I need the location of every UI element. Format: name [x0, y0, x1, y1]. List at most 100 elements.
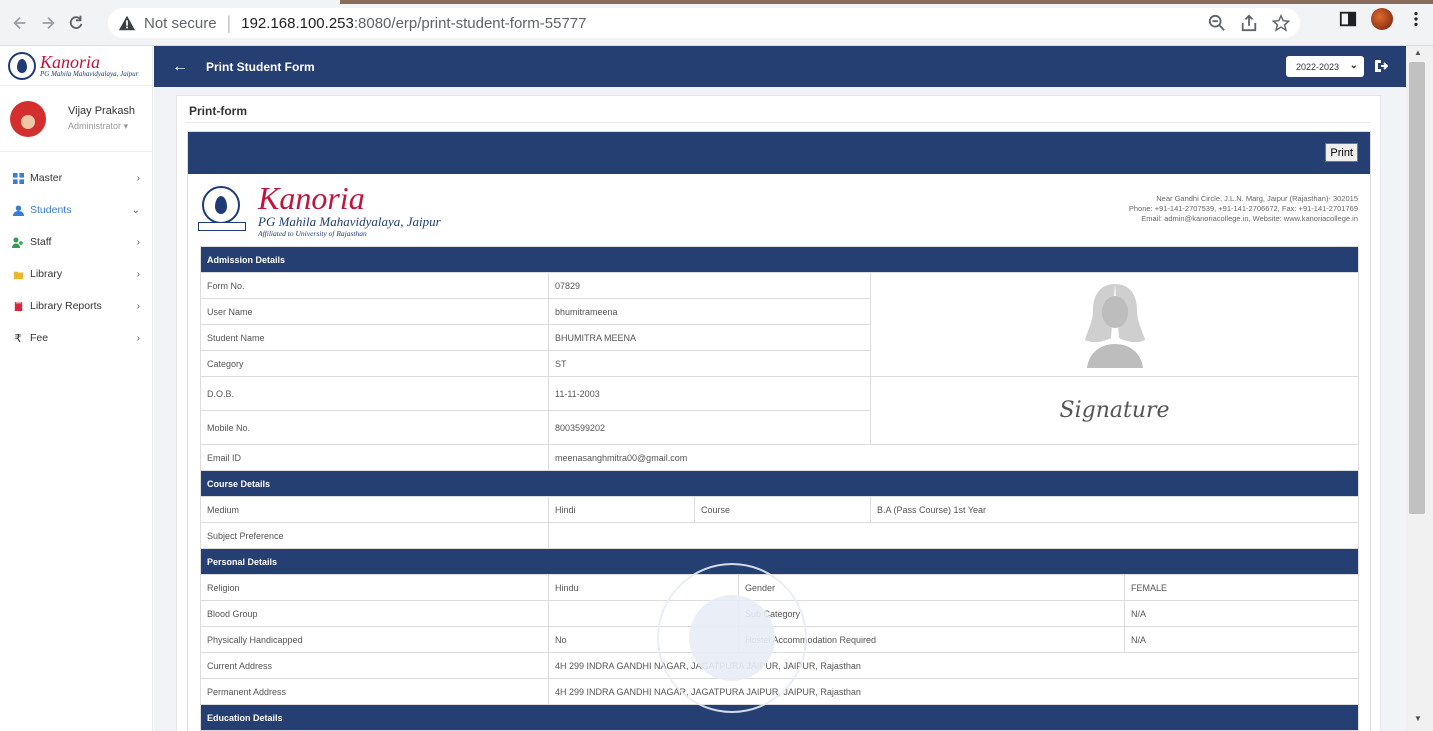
sidebar-item-label: Master [30, 172, 63, 184]
current-address-label: Current Address [200, 652, 549, 679]
dob-value: 11-11-2003 [548, 376, 871, 411]
session-year-select[interactable]: 2022-2023 ⌄ [1286, 56, 1364, 77]
folder-icon [12, 268, 24, 280]
user-name: Vijay Prakash [68, 105, 136, 117]
category-value: ST [548, 350, 871, 377]
page-scrollbar[interactable]: ▲ ▼ [1406, 46, 1433, 731]
grid-icon [12, 172, 24, 184]
back-arrow-icon[interactable] [6, 9, 34, 37]
chevron-right-icon: › [136, 300, 140, 312]
section-admission-details: Admission Details [199, 246, 1360, 273]
address-separator: | [226, 12, 232, 33]
chevron-down-icon: ⌄ [1349, 60, 1358, 71]
form-no-value: 07829 [548, 272, 871, 299]
college-address: Near Gandhi Circle, J.L.N. Marg, Jaipur … [1156, 194, 1358, 203]
sidebar-item-students[interactable]: Students ⌄ [0, 194, 152, 226]
college-seal-icon [202, 186, 240, 224]
hostel-value: N/A [1123, 626, 1360, 653]
brand-logo[interactable]: Kanoria PG Mahila Mahavidyalaya, Jaipur [0, 46, 152, 86]
physically-handicapped-value: No [548, 626, 739, 653]
section-education-details: Education Details [199, 704, 1360, 731]
scroll-down-icon[interactable]: ▼ [1414, 714, 1422, 723]
mobile-value: 8003599202 [548, 410, 871, 445]
sidebar-item-label: Fee [30, 332, 49, 344]
course-value: B.A (Pass Course) 1st Year [869, 496, 1360, 523]
tab-strip-edge [340, 0, 1433, 4]
permanent-address-value: 4H 299 INDRA GANDHI NAGAR, JAGATPURA JAI… [547, 678, 1360, 705]
sidebar-item-master[interactable]: Master › [0, 162, 152, 194]
college-subtitle: PG Mahila Mahavidyalaya, Jaipur [258, 214, 441, 229]
scroll-up-icon[interactable]: ▲ [1414, 48, 1422, 57]
hostel-label: Hostel Accommodation Required [738, 626, 1125, 653]
chevron-right-icon: › [136, 332, 140, 344]
brand-subtitle: PG Mahila Mahavidyalaya, Jaipur [40, 70, 139, 78]
profile-avatar[interactable] [1371, 8, 1393, 30]
kebab-menu-icon[interactable] [1407, 10, 1425, 28]
subject-preference-label: Subject Preference [200, 522, 549, 549]
college-email: Email: admin@kanoriacollege.in, Website:… [1141, 214, 1358, 223]
form-no-label: Form No. [200, 272, 549, 299]
print-form-card: Print-form Print Kanoria PG Mahila Mahav… [176, 95, 1381, 731]
medium-label: Medium [200, 496, 549, 523]
sidebar-item-label: Staff [30, 236, 52, 248]
blood-group-value [548, 600, 739, 627]
not-secure-label: Not secure [144, 14, 217, 32]
address-bar[interactable]: Not secure | 192.168.100.253 :8080/erp/p… [108, 8, 1300, 38]
sidebar-menu: Master › Students ⌄ Staff › Library › Li… [0, 162, 152, 354]
photo-placeholder-icon [1084, 283, 1145, 368]
seal-ribbon [198, 222, 246, 231]
sub-category-label: Sub Category [738, 600, 1125, 627]
blood-group-label: Blood Group [200, 600, 549, 627]
current-address-value: 4H 299 INDRA GANDHI NAGAR, JAGATPURA JAI… [547, 652, 1360, 679]
college-contact: Near Gandhi Circle, J.L.N. Marg, Jaipur … [1129, 194, 1358, 224]
user-icon [12, 204, 24, 216]
chevron-down-icon: ⌄ [131, 204, 140, 216]
sidebar-item-library-reports[interactable]: Library Reports › [0, 290, 152, 322]
category-label: Category [200, 350, 549, 377]
college-name: Kanoria [258, 180, 365, 216]
user-panel: Vijay Prakash Administrator ▾ [0, 86, 152, 152]
card-title: Print-form [189, 104, 247, 118]
book-icon [12, 300, 24, 312]
scrollbar-thumb[interactable] [1409, 62, 1425, 514]
college-seal-icon [8, 51, 36, 80]
main-content: Print-form Print Kanoria PG Mahila Mahav… [154, 87, 1406, 731]
print-button[interactable]: Print [1325, 143, 1358, 162]
permanent-address-label: Permanent Address [200, 678, 549, 705]
email-label: Email ID [200, 444, 549, 471]
user-role-dropdown[interactable]: Administrator ▾ [68, 121, 135, 132]
reload-icon[interactable] [62, 9, 90, 37]
form-header-bar: Print [188, 132, 1370, 174]
side-panel-icon[interactable] [1339, 10, 1357, 28]
back-arrow-icon[interactable]: ← [172, 58, 188, 76]
zoom-icon[interactable] [1208, 14, 1226, 32]
sidebar: Kanoria PG Mahila Mahavidyalaya, Jaipur … [0, 46, 153, 731]
mobile-label: Mobile No. [200, 410, 549, 445]
rupee-icon: ₹ [14, 332, 22, 345]
religion-label: Religion [200, 574, 549, 601]
dob-label: D.O.B. [200, 376, 549, 411]
course-label: Course [694, 496, 871, 523]
letterhead: Kanoria PG Mahila Mahavidyalaya, Jaipur … [188, 174, 1370, 246]
student-form: Print Kanoria PG Mahila Mahavidyalaya, J… [187, 131, 1371, 731]
chevron-right-icon: › [136, 172, 140, 184]
sidebar-item-label: Students [30, 204, 72, 216]
session-year-value: 2022-2023 [1296, 61, 1340, 72]
divider [185, 122, 1371, 123]
share-icon[interactable] [1240, 14, 1258, 32]
user-name-value: bhumitrameena [548, 298, 871, 325]
college-phone: Phone: +91-141-2707539, +91-141-2706672,… [1128, 204, 1358, 213]
logout-icon[interactable] [1374, 59, 1388, 73]
sidebar-item-library[interactable]: Library › [0, 258, 152, 290]
sidebar-item-fee[interactable]: ₹ Fee › [0, 322, 152, 354]
student-photo [869, 272, 1360, 377]
student-name-value: BHUMITRA MEENA [548, 324, 871, 351]
forward-arrow-icon[interactable] [34, 9, 62, 37]
chevron-right-icon: › [136, 236, 140, 248]
gender-label: Gender [738, 574, 1125, 601]
page-header: ← Print Student Form 2022-2023 ⌄ [154, 46, 1406, 87]
subject-preference-value [547, 522, 1360, 549]
url-host: 192.168.100.253 [241, 14, 354, 32]
star-icon[interactable] [1272, 14, 1290, 32]
sidebar-item-staff[interactable]: Staff › [0, 226, 152, 258]
